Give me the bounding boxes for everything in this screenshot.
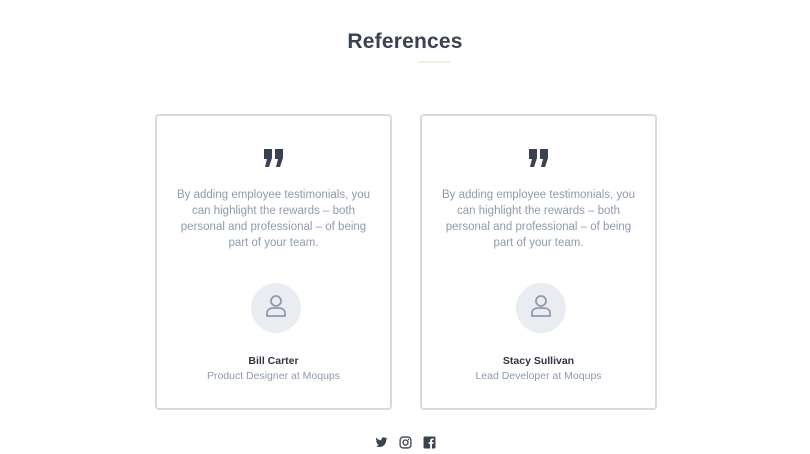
user-icon xyxy=(530,294,552,323)
twitter-icon[interactable] xyxy=(375,436,388,449)
testimonial-card: By adding employee testimonials, you can… xyxy=(420,114,657,410)
quote-icon xyxy=(422,148,655,168)
title-underline xyxy=(418,61,450,63)
facebook-icon[interactable] xyxy=(423,436,436,449)
user-icon xyxy=(265,294,287,323)
testimonial-quote: By adding employee testimonials, you can… xyxy=(176,189,371,249)
page-title: References xyxy=(347,30,463,53)
person-role: Lead Developer at Moqups xyxy=(475,370,602,382)
person-name: Stacy Sullivan xyxy=(502,355,575,367)
avatar xyxy=(251,283,301,333)
testimonial-card: By adding employee testimonials, you can… xyxy=(155,114,392,410)
instagram-icon[interactable] xyxy=(398,436,412,449)
avatar xyxy=(516,283,566,333)
social-links xyxy=(0,436,810,450)
person-name: Bill Carter xyxy=(248,355,299,367)
quote-icon xyxy=(157,148,390,168)
testimonial-quote: By adding employee testimonials, you can… xyxy=(441,189,636,249)
person-role: Product Designer at Moqups xyxy=(206,370,341,382)
